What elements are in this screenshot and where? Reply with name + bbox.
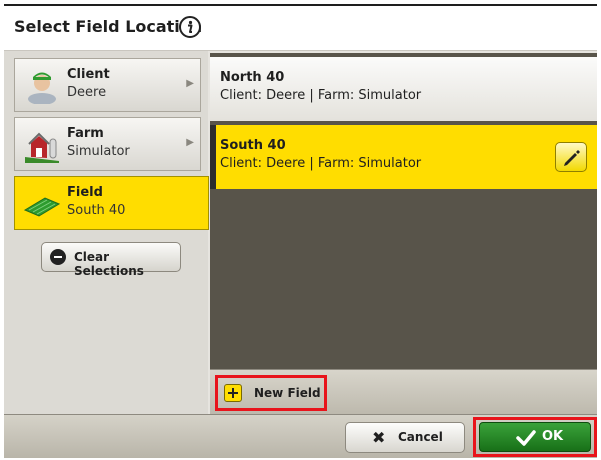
checkmark-icon bbox=[516, 430, 536, 446]
nav-item-client[interactable]: Client Deere ▶ bbox=[14, 58, 201, 112]
field-list-item-north-40[interactable]: North 40 Client: Deere | Farm: Simulator bbox=[210, 57, 597, 121]
farm-barn-icon bbox=[25, 132, 59, 163]
close-x-icon: ✖ bbox=[372, 428, 386, 447]
field-list-footer: New Field bbox=[210, 369, 597, 414]
field-icon bbox=[23, 197, 61, 217]
field-list[interactable]: North 40 Client: Deere | Farm: Simulator… bbox=[210, 53, 597, 369]
dialog-button-bar: ✖ Cancel OK bbox=[4, 414, 597, 458]
select-field-location-dialog: Select Field Location Client Deere ▶ Far… bbox=[4, 4, 597, 458]
nav-client-value: Deere bbox=[67, 85, 107, 100]
new-field-label: New Field bbox=[254, 386, 321, 400]
plus-icon bbox=[224, 384, 242, 402]
ok-button[interactable]: OK bbox=[479, 422, 591, 452]
nav-item-farm[interactable]: Farm Simulator ▶ bbox=[14, 117, 201, 171]
ok-label: OK bbox=[542, 429, 564, 444]
cancel-label: Cancel bbox=[398, 430, 443, 444]
selection-nav: Client Deere ▶ Farm Simulator ▶ Field So… bbox=[4, 51, 209, 414]
nav-farm-title: Farm bbox=[67, 126, 104, 141]
field-detail: Client: Deere | Farm: Simulator bbox=[220, 88, 422, 103]
nav-client-title: Client bbox=[67, 67, 110, 82]
field-name: North 40 bbox=[220, 70, 285, 85]
pencil-icon bbox=[564, 150, 580, 166]
minus-circle-icon bbox=[50, 249, 66, 265]
chevron-right-icon: ▶ bbox=[186, 137, 194, 148]
clear-selections-label: Clear Selections bbox=[74, 250, 144, 278]
nav-item-field[interactable]: Field South 40 bbox=[14, 176, 209, 230]
edit-field-button[interactable] bbox=[555, 142, 587, 172]
field-list-item-south-40[interactable]: South 40 Client: Deere | Farm: Simulator bbox=[210, 125, 597, 189]
cancel-button[interactable]: ✖ Cancel bbox=[345, 422, 465, 453]
field-detail: Client: Deere | Farm: Simulator bbox=[220, 156, 422, 171]
nav-farm-value: Simulator bbox=[67, 144, 130, 159]
nav-field-title: Field bbox=[67, 185, 103, 200]
clear-selections-button[interactable]: Clear Selections bbox=[41, 242, 181, 278]
dialog-header: Select Field Location bbox=[4, 6, 597, 51]
new-field-button[interactable]: New Field bbox=[215, 375, 327, 411]
info-icon[interactable] bbox=[179, 16, 201, 38]
client-person-icon bbox=[28, 72, 56, 104]
page-title: Select Field Location bbox=[14, 17, 203, 36]
field-name: South 40 bbox=[220, 138, 286, 153]
chevron-right-icon: ▶ bbox=[186, 78, 194, 89]
ok-button-highlight: OK bbox=[473, 417, 597, 457]
nav-field-value: South 40 bbox=[67, 203, 126, 218]
